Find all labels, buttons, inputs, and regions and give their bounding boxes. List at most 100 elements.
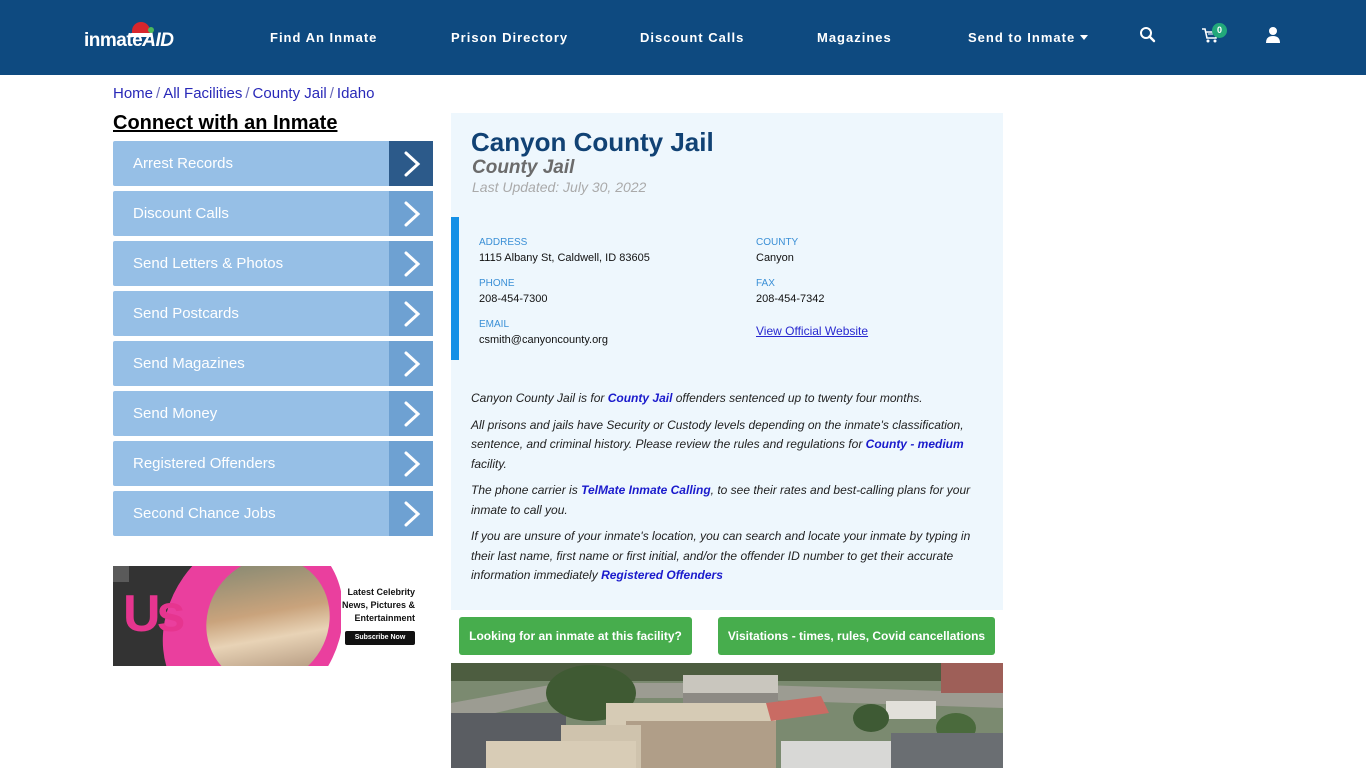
sidebar-item-send-magazines[interactable]: Send Magazines bbox=[113, 341, 433, 386]
sidebar-arrow-button[interactable] bbox=[389, 341, 433, 386]
account-button[interactable] bbox=[1264, 26, 1286, 48]
chevron-right-icon bbox=[404, 451, 421, 477]
county-value: Canyon bbox=[756, 252, 794, 264]
breadcrumb-separator: / bbox=[245, 85, 250, 102]
connect-with-inmate-heading: Connect with an Inmate bbox=[113, 112, 338, 134]
sidebar-item-label: Discount Calls bbox=[133, 205, 229, 222]
facility-type: County Jail bbox=[472, 157, 575, 178]
telmate-link[interactable]: TelMate Inmate Calling bbox=[581, 483, 711, 497]
breadcrumb: Home / All Facilities / County Jail / Idaho bbox=[113, 85, 374, 102]
sidebar-item-registered-offenders[interactable]: Registered Offenders bbox=[113, 441, 433, 486]
facility-aerial-photo bbox=[451, 663, 1003, 768]
sidebar-item-label: Second Chance Jobs bbox=[133, 505, 276, 522]
top-navbar: inmateAID Find An Inmate Prison Director… bbox=[0, 0, 1366, 75]
sidebar-arrow-button[interactable] bbox=[389, 191, 433, 236]
email-field: EMAIL csmith@canyoncounty.org bbox=[479, 319, 608, 346]
sidebar-item-arrest-records[interactable]: Arrest Records bbox=[113, 141, 433, 186]
nav-send-to-inmate[interactable]: Send to Inmate bbox=[968, 30, 1089, 45]
sidebar-item-label: Registered Offenders bbox=[133, 455, 276, 472]
desc-text: offenders sentenced up to twenty four mo… bbox=[672, 391, 923, 405]
sidebar-item-second-chance-jobs[interactable]: Second Chance Jobs bbox=[113, 491, 433, 536]
description-paragraph: All prisons and jails have Security or C… bbox=[471, 416, 981, 475]
chevron-right-icon bbox=[404, 351, 421, 377]
visitations-button[interactable]: Visitations - times, rules, Covid cancel… bbox=[718, 617, 995, 655]
description-paragraph: The phone carrier is TelMate Inmate Call… bbox=[471, 481, 981, 520]
chevron-right-icon bbox=[404, 501, 421, 527]
sidebar-item-send-money[interactable]: Send Money bbox=[113, 391, 433, 436]
sidebar-item-send-letters-and-photos[interactable]: Send Letters & Photos bbox=[113, 241, 433, 286]
nav-magazines[interactable]: Magazines bbox=[817, 30, 892, 45]
nav-send-to-inmate-label: Send to Inmate bbox=[968, 30, 1076, 45]
sidebar-item-discount-calls[interactable]: Discount Calls bbox=[113, 191, 433, 236]
website-field: View Official Website bbox=[756, 322, 868, 340]
registered-offenders-link[interactable]: Registered Offenders bbox=[601, 568, 723, 582]
breadcrumb-home[interactable]: Home bbox=[113, 85, 153, 102]
us-weekly-ad-banner[interactable]: Us Latest Celebrity News, Pictures & Ent… bbox=[113, 566, 433, 666]
desc-text: Canyon County Jail is for bbox=[471, 391, 608, 405]
desc-text: The phone carrier is bbox=[471, 483, 582, 497]
chevron-right-icon bbox=[404, 401, 421, 427]
sidebar-arrow-button[interactable] bbox=[389, 441, 433, 486]
search-button[interactable] bbox=[1139, 26, 1161, 48]
county-label: COUNTY bbox=[756, 237, 799, 248]
county-medium-link[interactable]: County - medium bbox=[866, 437, 964, 451]
nav-prison-directory[interactable]: Prison Directory bbox=[451, 30, 568, 45]
cart-count-badge: 0 bbox=[1212, 23, 1227, 38]
ad-subscribe-button[interactable]: Subscribe Now bbox=[345, 631, 415, 645]
caret-down-icon bbox=[1080, 35, 1089, 41]
phone-label: PHONE bbox=[479, 278, 515, 289]
county-jail-link[interactable]: County Jail bbox=[608, 391, 673, 405]
phone-field: PHONE 208-454-7300 bbox=[479, 278, 548, 305]
sidebar-item-label: Send Magazines bbox=[133, 355, 245, 372]
desc-text: facility. bbox=[471, 456, 507, 471]
sidebar-item-label: Send Letters & Photos bbox=[133, 255, 284, 272]
email-value[interactable]: csmith@canyoncounty.org bbox=[479, 334, 608, 346]
breadcrumb-separator: / bbox=[329, 85, 334, 102]
address-value: 1115 Albany St, Caldwell, ID 83605 bbox=[479, 252, 650, 264]
breadcrumb-separator: / bbox=[156, 85, 161, 102]
sidebar-item-label: Send Money bbox=[133, 405, 218, 422]
sidebar-menu: Arrest Records Discount Calls Send Letters… bbox=[113, 141, 433, 541]
description-paragraph: Canyon County Jail is for County Jail of… bbox=[471, 389, 981, 409]
search-icon bbox=[1140, 27, 1156, 43]
santa-hat-trim bbox=[130, 33, 152, 37]
logo-text: inmateAID bbox=[84, 30, 174, 52]
sidebar-arrow-button[interactable] bbox=[389, 141, 433, 186]
chevron-right-icon bbox=[404, 151, 421, 177]
breadcrumb-county-jail[interactable]: County Jail bbox=[253, 85, 327, 102]
santa-hat-ball bbox=[148, 27, 154, 33]
chevron-right-icon bbox=[404, 251, 421, 277]
address-field: ADDRESS 1115 Albany St, Caldwell, ID 836… bbox=[479, 237, 650, 264]
nav-discount-calls[interactable]: Discount Calls bbox=[640, 30, 744, 45]
sidebar-arrow-button[interactable] bbox=[389, 241, 433, 286]
fax-value: 208-454-7342 bbox=[756, 293, 825, 305]
inmateaid-logo[interactable]: inmateAID bbox=[84, 22, 180, 54]
sidebar-item-label: Arrest Records bbox=[133, 155, 234, 172]
nav-find-an-inmate[interactable]: Find An Inmate bbox=[270, 30, 377, 45]
last-updated: Last Updated: July 30, 2022 bbox=[472, 179, 647, 195]
sidebar-arrow-button[interactable] bbox=[389, 291, 433, 336]
sidebar-arrow-button[interactable] bbox=[389, 491, 433, 536]
user-icon bbox=[1266, 27, 1280, 43]
us-weekly-logo: Us bbox=[123, 585, 186, 643]
sidebar-arrow-button[interactable] bbox=[389, 391, 433, 436]
address-label: ADDRESS bbox=[479, 237, 528, 248]
facility-name: Canyon County Jail bbox=[471, 127, 714, 157]
fax-label: FAX bbox=[756, 278, 775, 289]
fax-field: FAX 208-454-7342 bbox=[756, 278, 825, 305]
phone-value[interactable]: 208-454-7300 bbox=[479, 293, 548, 305]
facility-description: Canyon County Jail is for County Jail of… bbox=[471, 389, 981, 593]
chevron-right-icon bbox=[404, 201, 421, 227]
facility-card: Canyon County Jail County Jail Last Upda… bbox=[451, 113, 1003, 610]
ad-headline: Latest Celebrity News, Pictures & Entert… bbox=[341, 587, 415, 623]
email-label: EMAIL bbox=[479, 319, 510, 330]
breadcrumb-idaho[interactable]: Idaho bbox=[337, 85, 375, 102]
breadcrumb-all-facilities[interactable]: All Facilities bbox=[163, 85, 242, 102]
chevron-right-icon bbox=[404, 301, 421, 327]
sidebar-item-send-postcards[interactable]: Send Postcards bbox=[113, 291, 433, 336]
aerial-photo-illustration bbox=[451, 663, 1003, 768]
description-paragraph: If you are unsure of your inmate's locat… bbox=[471, 527, 981, 586]
find-inmate-at-facility-button[interactable]: Looking for an inmate at this facility? bbox=[459, 617, 692, 655]
official-website-link[interactable]: View Official Website bbox=[756, 324, 868, 338]
facility-info-box: ADDRESS 1115 Albany St, Caldwell, ID 836… bbox=[451, 217, 1003, 360]
